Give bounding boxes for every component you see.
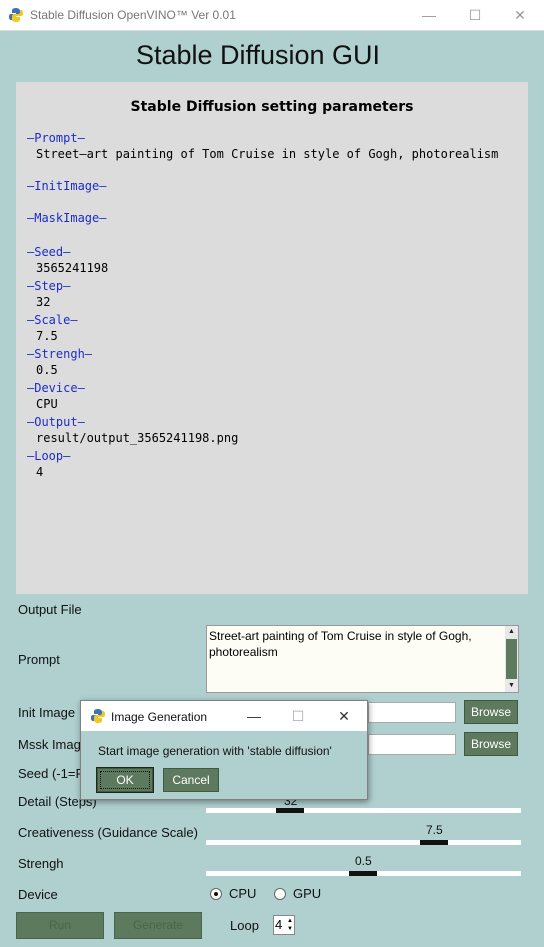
cpu-radio-label[interactable]: CPU — [229, 886, 256, 901]
maskimage-param-label: —MaskImage— — [27, 211, 107, 225]
prompt-param-label: —Prompt— — [27, 131, 85, 145]
device-param-label: —Device— — [27, 381, 85, 395]
close-button[interactable]: ✕ — [497, 0, 543, 31]
device-param-value: CPU — [36, 397, 58, 411]
init-image-browse-button[interactable]: Browse — [464, 700, 518, 724]
window-titlebar: Stable Diffusion OpenVINO™ Ver 0.01 — ☐ … — [0, 0, 544, 31]
image-generation-dialog: Image Generation — ☐ ✕ Start image gener… — [80, 700, 368, 800]
spin-up-icon[interactable]: ▲ — [287, 917, 293, 925]
gpu-radio-label[interactable]: GPU — [293, 886, 321, 901]
dialog-close-button[interactable]: ✕ — [321, 701, 367, 731]
dialog-message: Start image generation with 'stable diff… — [98, 744, 332, 758]
loop-param-value: 4 — [36, 465, 44, 479]
loop-label: Loop — [230, 918, 259, 933]
dialog-titlebar: Image Generation — ☐ ✕ — [81, 701, 367, 731]
init-image-label: Init Image — [18, 705, 76, 720]
strengh-slider[interactable] — [206, 871, 521, 876]
gpu-radio[interactable] — [274, 888, 286, 900]
panel-title: Stable Diffusion setting parameters — [130, 99, 414, 115]
cpu-radio[interactable] — [210, 888, 222, 900]
minimize-button[interactable]: — — [406, 0, 452, 31]
scale-slider-thumb[interactable] — [420, 840, 448, 845]
prompt-label: Prompt — [18, 652, 60, 667]
init-image-input[interactable] — [368, 702, 456, 723]
loop-spinbox-value[interactable]: 4 — [275, 917, 282, 932]
python-logo-icon — [8, 7, 24, 23]
parameters-panel: Stable Diffusion setting parameters —Pro… — [16, 82, 528, 594]
generate-button[interactable]: Generate — [114, 912, 202, 939]
maximize-button[interactable]: ☐ — [452, 0, 498, 31]
spin-down-icon[interactable]: ▼ — [287, 925, 293, 933]
run-button[interactable]: Run — [16, 912, 104, 939]
output-file-label: Output File — [18, 602, 82, 617]
page-title: Stable Diffusion GUI — [135, 40, 381, 70]
strengh-slider-thumb[interactable] — [349, 871, 377, 876]
steps-slider-thumb[interactable] — [276, 808, 304, 813]
strengh-value: 0.5 — [355, 854, 372, 868]
python-logo-icon — [90, 708, 106, 724]
scale-param-value: 7.5 — [36, 329, 58, 343]
dialog-maximize-button[interactable]: ☐ — [275, 701, 321, 731]
ok-button[interactable]: OK — [97, 768, 153, 792]
initimage-param-label: —InitImage— — [27, 179, 107, 193]
scroll-thumb[interactable] — [506, 639, 517, 679]
scroll-down-arrow-icon[interactable]: ▼ — [505, 680, 518, 692]
mask-image-input[interactable] — [368, 734, 456, 755]
strengh-param-label: —Strengh— — [27, 347, 93, 361]
device-label: Device — [18, 887, 58, 902]
step-param-label: —Step— — [27, 279, 71, 293]
step-param-value: 32 — [36, 295, 51, 309]
prompt-param-value: Street—art painting of Tom Cruise in sty… — [36, 147, 499, 161]
scroll-up-arrow-icon[interactable]: ▲ — [505, 626, 518, 638]
seed-label: Seed (-1=R — [18, 766, 85, 781]
scale-slider[interactable] — [206, 840, 521, 845]
prompt-scrollbar[interactable]: ▲ ▼ — [505, 626, 518, 692]
scale-label: Creativeness (Guidance Scale) — [18, 825, 198, 840]
prompt-text[interactable]: Street-art painting of Tom Cruise in sty… — [209, 628, 499, 660]
output-param-label: —Output— — [27, 415, 85, 429]
loop-param-label: —Loop— — [27, 449, 71, 463]
seed-param-label: —Seed— — [27, 245, 71, 259]
scale-value: 7.5 — [426, 823, 443, 837]
scale-param-label: —Scale— — [27, 313, 78, 327]
cancel-button[interactable]: Cancel — [163, 768, 219, 792]
strengh-param-value: 0.5 — [36, 363, 58, 377]
strengh-label: Strengh — [18, 856, 64, 871]
mask-image-browse-button[interactable]: Browse — [464, 732, 518, 756]
dialog-title: Image Generation — [111, 710, 208, 724]
dialog-minimize-button[interactable]: — — [231, 701, 277, 731]
window-title: Stable Diffusion OpenVINO™ Ver 0.01 — [30, 8, 236, 22]
seed-param-value: 3565241198 — [36, 261, 109, 275]
output-param-value: result/output_3565241198.png — [36, 431, 239, 445]
loop-spinbox[interactable]: 4 ▲ ▼ — [273, 915, 295, 935]
prompt-textarea[interactable]: Street-art painting of Tom Cruise in sty… — [206, 625, 519, 693]
steps-slider[interactable] — [206, 808, 521, 813]
mask-image-label: Mssk Imag — [18, 737, 81, 752]
